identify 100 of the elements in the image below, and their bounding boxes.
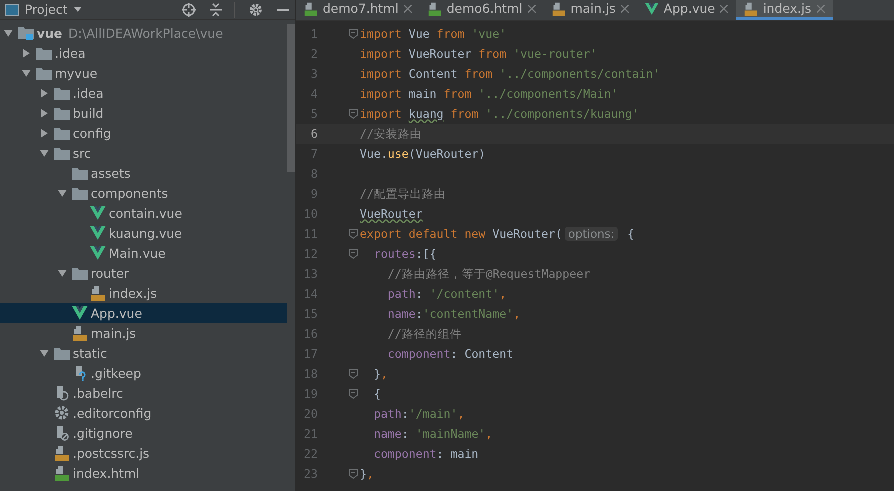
- line-number: 18: [303, 367, 319, 381]
- line-number: 6: [310, 127, 319, 141]
- fold-marker-icon[interactable]: [348, 109, 358, 119]
- tree-item-label: src: [73, 146, 92, 160]
- dropdown-icon[interactable]: [74, 7, 82, 12]
- editor-tab[interactable]: main.js: [544, 0, 637, 20]
- folder-icon: [54, 86, 70, 100]
- tree-item-label: App.vue: [91, 306, 142, 320]
- line-number: 5: [310, 107, 319, 121]
- collapsed-arrow-icon[interactable]: [22, 48, 31, 58]
- tree-item-label: myvue: [55, 66, 98, 80]
- expanded-arrow-icon[interactable]: [58, 268, 67, 278]
- tree-item-label: .babelrc: [73, 386, 124, 400]
- tree-item[interactable]: .idea: [0, 43, 287, 63]
- vue-icon: [644, 2, 659, 14]
- expanded-arrow-icon[interactable]: [22, 68, 31, 78]
- editor-tab[interactable]: demo6.html: [420, 0, 544, 20]
- fold-marker-icon[interactable]: [348, 249, 358, 259]
- tree-item[interactable]: static: [0, 343, 287, 363]
- code-line: name:'contentName',: [386, 307, 521, 321]
- tree-item[interactable]: components: [0, 183, 287, 203]
- folder-icon: [36, 46, 52, 60]
- tree-item-label: index.js: [109, 286, 158, 300]
- expanded-arrow-icon[interactable]: [40, 148, 49, 158]
- code-line: import VueRouter from 'vue-router': [360, 47, 598, 61]
- locate-icon[interactable]: [182, 2, 196, 16]
- vue-icon: [72, 306, 88, 320]
- tree-item[interactable]: vue D:\AllIDEAWorkPlace\vue: [0, 23, 287, 43]
- tree-item[interactable]: index.js: [0, 283, 287, 303]
- code-line: component: main: [372, 447, 479, 461]
- tree-item[interactable]: myvue: [0, 63, 287, 83]
- line-number: 21: [303, 427, 319, 441]
- editor-tab[interactable]: demo7.html: [296, 0, 420, 20]
- tree-item[interactable]: config: [0, 123, 287, 143]
- tree-item[interactable]: assets: [0, 163, 287, 183]
- editor-tab[interactable]: index.js: [736, 0, 832, 20]
- code-line: },: [360, 467, 374, 481]
- folder-icon: [72, 166, 88, 180]
- line-number: 14: [303, 287, 319, 301]
- code-line: export default new VueRouter( options: {: [360, 227, 635, 241]
- tree-item[interactable]: main.js: [0, 323, 287, 343]
- tree-item[interactable]: contain.vue: [0, 203, 287, 223]
- folder-icon: [54, 146, 70, 160]
- tree-item[interactable]: .gitkeep: [0, 363, 287, 383]
- tree-item-label: .postcssrc.js: [73, 446, 150, 460]
- line-number: 9: [310, 187, 319, 201]
- code-line: import Content from '../components/contain': [360, 67, 660, 81]
- fold-marker-icon[interactable]: [348, 389, 358, 399]
- tree-item[interactable]: index.html: [0, 463, 287, 483]
- tree-item[interactable]: .idea: [0, 83, 287, 103]
- editor-tab[interactable]: App.vue: [636, 0, 736, 20]
- fold-marker-icon[interactable]: [348, 229, 358, 239]
- close-icon[interactable]: [720, 4, 728, 12]
- code-line: //安装路由: [360, 126, 422, 142]
- js-file-icon: [72, 325, 88, 341]
- code-line: name: 'mainName',: [372, 427, 493, 441]
- tree-item-label: assets: [91, 166, 131, 180]
- tree-item-label: .idea: [73, 86, 104, 100]
- tree-item[interactable]: .postcssrc.js: [0, 443, 287, 463]
- scrollbar[interactable]: [287, 24, 295, 172]
- tree-item[interactable]: .editorconfig: [0, 403, 287, 423]
- panel-title[interactable]: Project: [25, 2, 68, 17]
- tree-item[interactable]: router: [0, 263, 287, 283]
- collapsed-arrow-icon[interactable]: [40, 128, 49, 138]
- collapsed-arrow-icon[interactable]: [40, 88, 49, 98]
- tree-item[interactable]: build: [0, 103, 287, 123]
- tree-item-label: .idea: [55, 46, 86, 60]
- ignore-file-icon: [54, 425, 70, 441]
- tree-item[interactable]: Main.vue: [0, 243, 287, 263]
- fold-marker-icon[interactable]: [348, 29, 358, 39]
- tree-item[interactable]: App.vue: [0, 303, 287, 323]
- close-icon[interactable]: [620, 4, 629, 12]
- code-line: component: Content: [386, 347, 514, 361]
- expanded-arrow-icon[interactable]: [40, 348, 49, 358]
- tree-item-label: build: [73, 106, 104, 120]
- tree-item[interactable]: src: [0, 143, 287, 163]
- line-number: 20: [303, 407, 319, 421]
- tree-item-label: contain.vue: [109, 206, 182, 220]
- minimize-icon[interactable]: [277, 8, 289, 10]
- folder-icon: [54, 126, 70, 140]
- folder-icon: [72, 186, 88, 200]
- collapsed-arrow-icon[interactable]: [40, 108, 49, 118]
- tree-item-label: static: [73, 346, 108, 360]
- fold-marker-icon[interactable]: [348, 369, 358, 379]
- tree-item[interactable]: kuaung.vue: [0, 223, 287, 243]
- code-line: //路径的组件: [386, 326, 462, 342]
- settings-icon[interactable]: [249, 2, 263, 16]
- js-file-icon: [54, 445, 70, 461]
- expanded-arrow-icon[interactable]: [4, 28, 13, 38]
- tree-item[interactable]: .babelrc: [0, 383, 287, 403]
- code-line: path: '/content',: [386, 287, 507, 301]
- expanded-arrow-icon[interactable]: [58, 188, 67, 198]
- tree-item[interactable]: .gitignore: [0, 423, 287, 443]
- close-icon[interactable]: [404, 4, 412, 12]
- folder-icon: [54, 346, 70, 360]
- js-file-icon: [552, 2, 566, 16]
- fold-marker-icon[interactable]: [348, 469, 358, 479]
- line-number: 10: [303, 207, 319, 221]
- close-icon[interactable]: [528, 4, 536, 12]
- collapse-icon[interactable]: [210, 2, 222, 16]
